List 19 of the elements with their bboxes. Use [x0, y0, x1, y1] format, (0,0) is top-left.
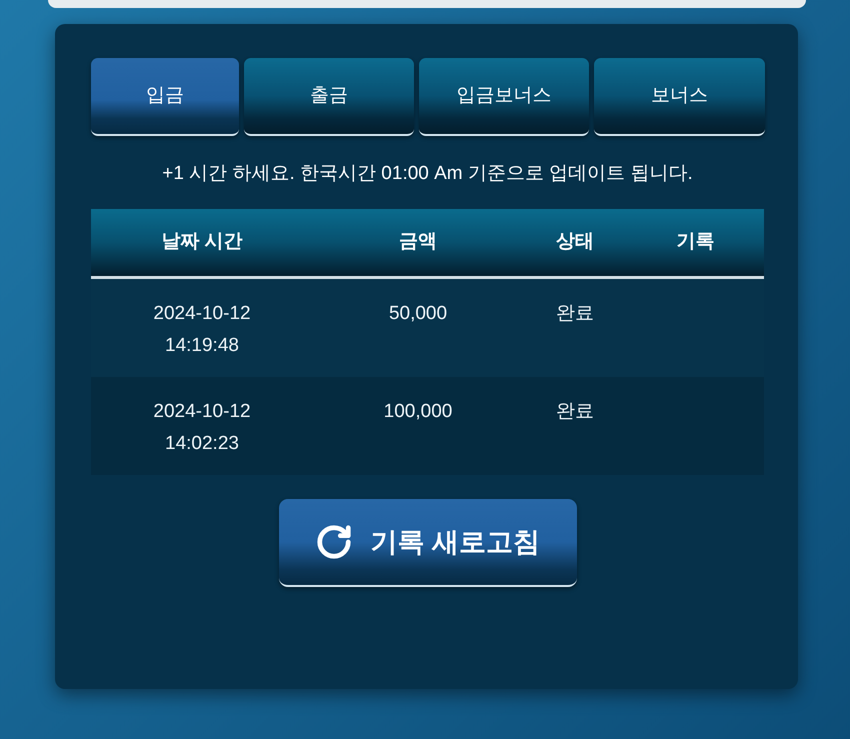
time-text: 14:19:48	[165, 334, 239, 358]
tab[interactable]: 입금보너스	[419, 58, 589, 136]
amount-text: 100,000	[384, 400, 452, 424]
refresh-button[interactable]: 기록 새로고침	[278, 499, 576, 587]
date-text: 2024-10-12	[153, 302, 251, 326]
refresh-icon	[314, 523, 353, 561]
tab[interactable]: 입금	[91, 58, 239, 136]
amount-text: 50,000	[388, 302, 448, 326]
column-header: 기록	[676, 230, 714, 254]
column-header: 날짜 시간	[161, 230, 243, 254]
column-header: 금액	[399, 230, 437, 254]
tab[interactable]: 보너스	[594, 58, 765, 136]
date-text: 2024-10-12	[153, 400, 251, 424]
notice-text: +1 시간 하세요. 한국시간 01:00 Am 기준으로 업데이트 됩니다.	[161, 162, 694, 186]
column-header: 상태	[556, 230, 594, 254]
time-text: 14:02:23	[165, 432, 239, 456]
status-text: 완료	[556, 302, 594, 326]
tab[interactable]: 출금	[244, 58, 414, 136]
status-text: 완료	[556, 400, 594, 424]
